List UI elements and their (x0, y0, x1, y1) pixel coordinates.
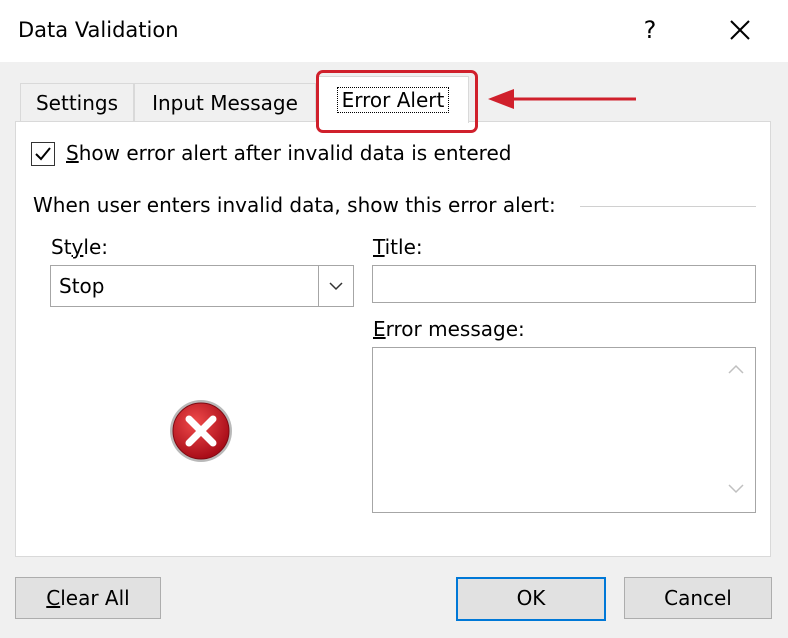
style-dropdown-button[interactable] (318, 266, 353, 306)
dialog-title: Data Validation (18, 18, 179, 42)
tab-input-message[interactable]: Input Message (134, 83, 316, 122)
cancel-button[interactable]: Cancel (624, 577, 772, 619)
show-error-alert-checkbox[interactable] (31, 142, 55, 166)
data-validation-dialog: Data Validation ? Settings Input Message… (0, 0, 788, 638)
title-bar: Data Validation ? (0, 0, 788, 62)
ok-button[interactable]: OK (456, 577, 606, 621)
clear-all-button[interactable]: Clear All (15, 577, 161, 619)
title-label: Title: (373, 235, 423, 259)
arrow-left-icon (488, 89, 636, 109)
error-alert-group-label: When user enters invalid data, show this… (33, 193, 556, 217)
show-error-alert-label[interactable]: Show error alert after invalid data is e… (66, 141, 511, 165)
checkmark-icon (35, 147, 51, 161)
tab-settings-label: Settings (35, 91, 119, 115)
help-button[interactable]: ? (636, 14, 664, 46)
error-message-textarea[interactable] (372, 347, 756, 513)
tab-input-message-label: Input Message (152, 91, 298, 115)
scroll-down-icon[interactable] (728, 484, 744, 494)
style-dropdown-value: Stop (59, 274, 105, 298)
group-divider (580, 206, 756, 207)
style-dropdown[interactable]: Stop (50, 265, 354, 307)
stop-error-icon (170, 400, 232, 462)
tab-settings[interactable]: Settings (20, 83, 134, 122)
close-icon (730, 20, 750, 40)
tab-error-alert[interactable]: Error Alert (317, 76, 469, 123)
close-button[interactable] (724, 14, 756, 46)
title-input[interactable] (372, 265, 756, 303)
style-label: Style: (51, 235, 108, 259)
error-message-label: Error message: (373, 317, 525, 341)
tab-error-alert-label: Error Alert (336, 87, 450, 113)
message-scrollbar[interactable] (719, 348, 755, 512)
chevron-down-icon (329, 282, 343, 291)
scroll-up-icon[interactable] (728, 364, 744, 374)
